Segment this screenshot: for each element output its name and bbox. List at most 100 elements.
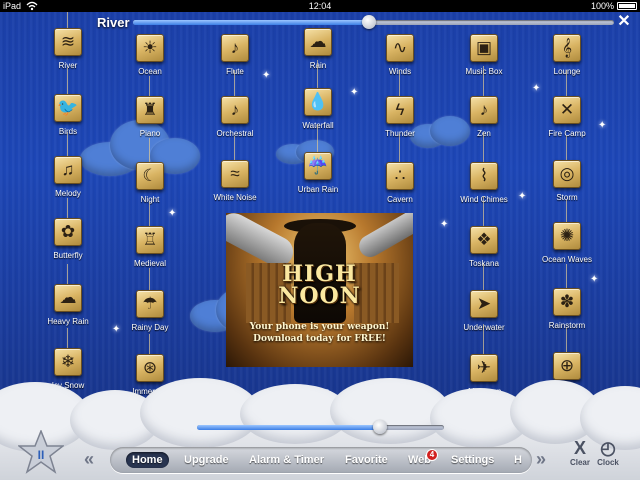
star-icon: II bbox=[16, 428, 66, 474]
sound-label: Lounge bbox=[537, 67, 597, 76]
tile-string bbox=[566, 136, 567, 160]
sound-icon: ✕ bbox=[553, 96, 581, 124]
sound-tile[interactable]: ♫ Melody bbox=[38, 132, 98, 198]
tile-string bbox=[149, 268, 150, 290]
status-bar: iPad 12:04 100% bbox=[0, 0, 640, 12]
sound-tile[interactable]: ϟ Thunder bbox=[370, 70, 430, 138]
sound-icon: ❄ bbox=[54, 348, 82, 376]
revolver-right-image bbox=[355, 213, 413, 262]
nav-alarm-timer[interactable]: Alarm & Timer bbox=[249, 452, 324, 468]
sound-tile[interactable]: ◎ Storm bbox=[537, 136, 597, 202]
sound-icon: 𝄞 bbox=[553, 34, 581, 62]
sound-label: Thunder bbox=[370, 129, 430, 138]
sound-icon: ⌇ bbox=[470, 162, 498, 190]
sound-tile[interactable]: ▣ Music Box bbox=[454, 34, 514, 76]
tile-string bbox=[67, 264, 68, 284]
tile-string bbox=[67, 328, 68, 348]
sound-icon: ✺ bbox=[553, 222, 581, 250]
tile-string bbox=[234, 70, 235, 96]
tile-string bbox=[317, 60, 318, 88]
bottom-navigation: Home Upgrade Alarm & Timer Favorite Web … bbox=[110, 447, 532, 473]
sound-tile[interactable]: ♪ Zen bbox=[454, 66, 514, 138]
sound-label: Fire Camp bbox=[548, 129, 586, 138]
sound-label: Butterfly bbox=[53, 251, 83, 260]
sound-tile[interactable]: ♜ Piano bbox=[120, 76, 180, 138]
sound-label: Music Box bbox=[465, 67, 503, 76]
sound-icon: ⊕ bbox=[553, 352, 581, 380]
sound-tile[interactable]: ☁Rain bbox=[288, 28, 348, 70]
tile-string bbox=[149, 138, 150, 162]
nav-prev-arrow[interactable]: « bbox=[84, 450, 94, 468]
nav-upgrade[interactable]: Upgrade bbox=[184, 452, 229, 468]
nav-next-arrow[interactable]: » bbox=[536, 450, 546, 468]
sound-tile[interactable]: ≈ White Noise bbox=[205, 136, 265, 202]
sound-icon: ∴ bbox=[386, 162, 414, 190]
sound-icon: 💧 bbox=[304, 88, 332, 116]
pause-button[interactable]: II bbox=[16, 428, 66, 474]
sound-tile[interactable]: ✽ Rainstorm bbox=[537, 264, 597, 330]
star-decoration: ✦ bbox=[350, 87, 359, 98]
sound-tile[interactable]: ✕ Fire Camp bbox=[537, 70, 597, 138]
sound-tile[interactable]: ➤ Underwater bbox=[454, 264, 514, 332]
sound-label: Cavern bbox=[387, 195, 413, 204]
sound-tile[interactable]: ∿ Winds bbox=[370, 34, 430, 76]
sound-tile[interactable]: 𝄞 Lounge bbox=[537, 34, 597, 76]
sound-tile[interactable]: ⌇ Wind Chimes bbox=[454, 132, 514, 204]
sound-icon: ❖ bbox=[470, 226, 498, 254]
sound-label: River bbox=[58, 61, 78, 70]
sound-icon: ϟ bbox=[386, 96, 414, 124]
sound-progress-slider[interactable] bbox=[133, 15, 614, 29]
clock-button[interactable]: ◴ Clock bbox=[592, 438, 624, 467]
sound-tile[interactable]: ☾ Night bbox=[120, 138, 180, 204]
nav-help-truncated[interactable]: H bbox=[514, 452, 522, 468]
sound-tile[interactable]: ∴ Cavern bbox=[370, 134, 430, 204]
sound-tile[interactable]: ✿ Butterfly bbox=[38, 198, 98, 260]
nav-favorite[interactable]: Favorite bbox=[345, 452, 388, 468]
battery-icon bbox=[617, 2, 637, 10]
sound-tile[interactable]: ☔ Urban Rain bbox=[288, 124, 348, 194]
sound-icon: ◎ bbox=[553, 160, 581, 188]
sound-icon: ✿ bbox=[54, 218, 82, 246]
advertisement-banner[interactable]: HIGH NOON Your phone is your weapon! Dow… bbox=[226, 213, 413, 367]
tile-string bbox=[149, 202, 150, 226]
nav-home[interactable]: Home bbox=[126, 452, 169, 468]
tile-string bbox=[483, 324, 484, 354]
now-playing-bar: River ✕ bbox=[0, 12, 640, 34]
sound-label: Rainy Day bbox=[131, 323, 169, 332]
sound-icon: ♪ bbox=[221, 34, 249, 62]
sound-icon: ♪ bbox=[470, 96, 498, 124]
sound-icon: ☾ bbox=[136, 162, 164, 190]
tile-string bbox=[234, 136, 235, 160]
volume-fill bbox=[197, 425, 380, 430]
sound-label: Flute bbox=[205, 67, 265, 76]
sound-tile[interactable]: ❖ Toskana bbox=[454, 196, 514, 268]
sound-label: Ocean bbox=[138, 67, 162, 76]
sound-tile[interactable]: ♪ Orchestral bbox=[205, 70, 265, 138]
sound-label: Ocean Waves bbox=[542, 255, 592, 264]
tile-string bbox=[317, 124, 318, 152]
sound-label: Night bbox=[140, 195, 160, 204]
sound-tile[interactable]: ≋ River bbox=[38, 0, 98, 70]
sound-tile[interactable]: 💧 Waterfall bbox=[288, 60, 348, 130]
sound-icon: ♜ bbox=[136, 96, 164, 124]
close-icon[interactable]: ✕ bbox=[616, 14, 632, 30]
sound-label: Zen bbox=[454, 129, 514, 138]
sound-icon: ☔ bbox=[304, 152, 332, 180]
volume-slider[interactable] bbox=[197, 420, 444, 434]
sound-tile[interactable]: ☂ Rainy Day bbox=[120, 268, 180, 332]
nav-settings[interactable]: Settings bbox=[451, 452, 494, 468]
sound-tile[interactable]: ☀ Ocean bbox=[120, 34, 180, 76]
sound-tile[interactable]: ✺ Ocean Waves bbox=[537, 200, 597, 264]
sound-icon: ∿ bbox=[386, 34, 414, 62]
progress-fill bbox=[133, 20, 369, 25]
sound-tile[interactable]: ♖ Medieval bbox=[120, 202, 180, 268]
tile-string bbox=[566, 70, 567, 96]
progress-knob[interactable] bbox=[361, 15, 376, 29]
volume-knob[interactable] bbox=[372, 420, 387, 434]
sound-tile[interactable]: ♪ Flute bbox=[205, 34, 265, 76]
star-decoration: ✦ bbox=[518, 191, 527, 202]
web-notification-badge: 4 bbox=[426, 449, 438, 461]
sound-label: Underwater bbox=[454, 323, 514, 332]
sound-tile[interactable]: 🐦 Birds bbox=[38, 68, 98, 136]
sound-tile[interactable]: ☁ Heavy Rain bbox=[38, 264, 98, 326]
